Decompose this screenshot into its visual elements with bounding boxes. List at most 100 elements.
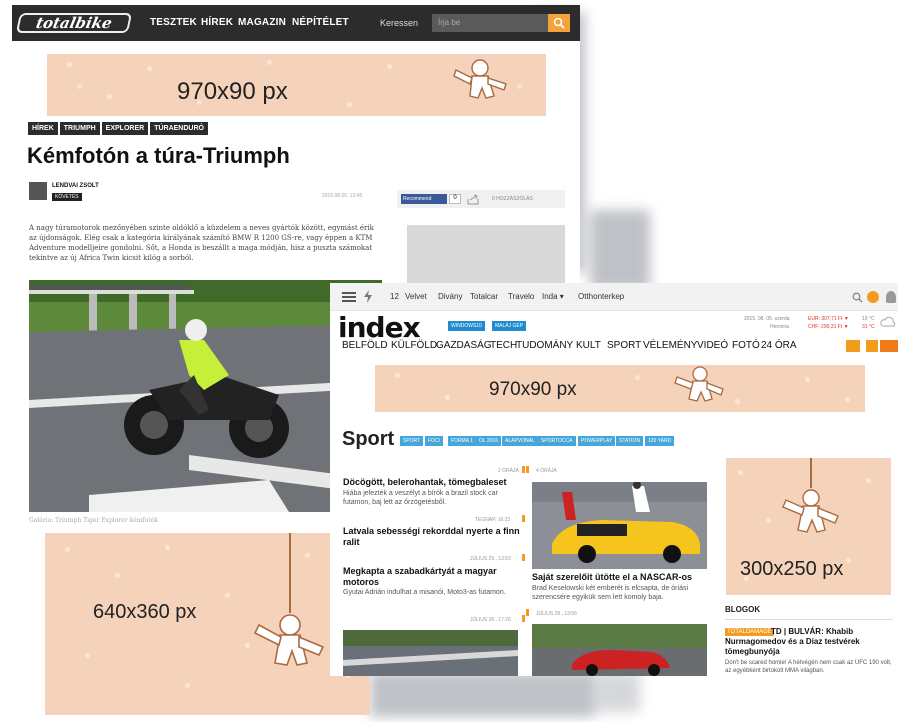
- topbar-link[interactable]: Otthonterkep: [578, 292, 624, 301]
- ad-pattern-dot: [165, 545, 170, 550]
- section-tab[interactable]: OL 2016: [476, 436, 501, 446]
- author-name[interactable]: LENDVAI ZSOLT: [52, 183, 99, 189]
- marker: [526, 609, 529, 616]
- totalbike-logo[interactable]: totalbike: [15, 13, 133, 33]
- nav-velemeny[interactable]: VÉLEMÉNY: [643, 340, 697, 351]
- nav-nepitelet[interactable]: NÉPÍTÉLET: [292, 17, 349, 28]
- blogs-heading: BLOGOK: [725, 605, 761, 614]
- ad-pattern-dot: [445, 395, 450, 400]
- comments-link[interactable]: 0 HOZZÁSZÓLÁS: [492, 196, 533, 202]
- topbar-link[interactable]: 12: [390, 292, 399, 301]
- ad-pattern-dot: [77, 84, 82, 89]
- ad-banner-top[interactable]: 970x90 px: [47, 54, 546, 116]
- tag-turaenduro[interactable]: TÚRAENDURÓ: [150, 122, 208, 135]
- section-tab[interactable]: STATION: [616, 436, 643, 446]
- article-summary: Gyutai Adrián indulhat a misanói, Moto3-…: [343, 589, 506, 596]
- index-ad-banner-top[interactable]: 970x90 px: [375, 365, 865, 412]
- section-tab[interactable]: 120 YARD: [645, 436, 675, 446]
- nav-kult[interactable]: KULT: [576, 340, 601, 351]
- fb-recommend-button[interactable]: Recommend: [401, 194, 447, 204]
- notification-icon[interactable]: [867, 291, 879, 303]
- section-tab[interactable]: FORMA 1: [448, 436, 476, 446]
- ad-size-label: 970x90 px: [177, 78, 288, 105]
- nav-video[interactable]: VIDEÓ: [697, 340, 728, 351]
- topbar-link[interactable]: Travelo: [508, 292, 534, 301]
- index-topbar: 12 Velvet Divány Totalcar Travelo Inda ▾…: [330, 283, 898, 311]
- blog-headline[interactable]: TD | BULVÁR: Khabib Nurmagomedov és a Di…: [725, 627, 895, 657]
- index-ad-sidebar[interactable]: 300x250 px: [726, 458, 891, 595]
- marker: [522, 515, 525, 522]
- nav-24ora[interactable]: 24 ÓRA: [761, 340, 797, 351]
- article-headline[interactable]: Döcögött, belerohantak, tömegbaleset: [343, 477, 523, 488]
- article-headline[interactable]: Latvala sebességi rekorddal nyerte a fin…: [343, 526, 523, 548]
- ad-pattern-dot: [866, 478, 871, 483]
- ad-pattern-dot: [347, 102, 352, 107]
- ad-size-label: 970x90 px: [489, 379, 577, 400]
- section-tab[interactable]: SPORT: [400, 436, 424, 446]
- follow-button[interactable]: KÖVETÉS: [52, 193, 82, 201]
- ad-pattern-dot: [735, 399, 740, 404]
- nav-tudomany[interactable]: TUDOMÁNY: [516, 340, 573, 351]
- photo-caption: Galéria: Triumph Tiger Explorer kémfotók: [29, 517, 158, 524]
- search-icon[interactable]: [852, 292, 863, 303]
- section-tab[interactable]: SPORTOCCA: [538, 436, 576, 446]
- promo-pill[interactable]: MALÁJ GÉP: [492, 321, 527, 331]
- ad-pattern-dot: [67, 62, 72, 67]
- section-tab[interactable]: FOCI: [425, 436, 443, 446]
- article-thumbnail[interactable]: [532, 624, 707, 676]
- nav-tech[interactable]: TECH: [490, 340, 517, 351]
- nav-hirek[interactable]: HÍREK: [201, 17, 233, 28]
- nav-kulfold[interactable]: KÜLFÖLD: [391, 340, 437, 351]
- topbar-link[interactable]: Totalcar: [470, 292, 498, 301]
- feature-headline[interactable]: Saját szerelőit ütötte el a NASCAR-os: [532, 572, 712, 583]
- marker: [522, 466, 525, 473]
- cloud-icon: [880, 316, 896, 327]
- menu-icon[interactable]: [342, 291, 356, 303]
- nav-sport[interactable]: SPORT: [607, 340, 641, 351]
- section-tab[interactable]: POWERPLAY: [578, 436, 616, 446]
- shop-icon[interactable]: [846, 340, 860, 352]
- fb-count: 0: [449, 194, 461, 204]
- flash-icon[interactable]: [364, 290, 372, 303]
- article-time: JÚLIUS 26., 17:26: [470, 617, 511, 623]
- rss-icon[interactable]: [866, 340, 878, 352]
- search-label: Keressen: [380, 18, 419, 28]
- topbar-link[interactable]: Velvet: [405, 292, 427, 301]
- nav-foto[interactable]: FOTÓ: [732, 340, 760, 351]
- ad-pattern-dot: [107, 94, 112, 99]
- tag-explorer[interactable]: EXPLORER: [101, 122, 149, 135]
- topbar-link[interactable]: Inda ▾: [542, 292, 564, 301]
- article-date: 2015.08.05. 10:45: [322, 193, 363, 199]
- search-input[interactable]: Írja be: [432, 14, 548, 32]
- tag-hirek[interactable]: HÍREK: [28, 122, 58, 135]
- index-window: 12 Velvet Divány Totalcar Travelo Inda ▾…: [330, 283, 898, 676]
- promo-pill[interactable]: WINDOWS10: [448, 321, 485, 331]
- eur-rate[interactable]: EUR: 307,71 Ft ▼: [808, 316, 849, 322]
- article-summary: Hiába jelezték a veszélyt a bírók a braz…: [343, 490, 498, 506]
- article-headline[interactable]: Megkapta a szabadkártyát a magyar motoro…: [343, 566, 523, 588]
- feature-image[interactable]: [532, 482, 707, 569]
- ad-pattern-dot: [805, 377, 810, 382]
- ad-banner-bottom[interactable]: 640x360 px: [45, 533, 370, 715]
- nav-belfold[interactable]: BELFÖLD: [342, 340, 388, 351]
- share-icon[interactable]: [467, 193, 479, 205]
- article-lead: A nagy túramotorok mezőnyében szinte old…: [29, 224, 374, 262]
- tag-triumph[interactable]: TRIUMPH: [59, 122, 100, 135]
- nav-magazin[interactable]: MAGAZIN: [238, 17, 286, 28]
- nav-tesztek[interactable]: TESZTEK: [150, 17, 197, 28]
- section-tab[interactable]: ALAPVONAL: [502, 436, 538, 446]
- search-button[interactable]: [548, 14, 570, 32]
- article-time: TEGNAP, 16:23: [475, 517, 511, 523]
- header-date: 2015. 08. 05. szerda: [744, 316, 790, 322]
- author-avatar[interactable]: [29, 182, 47, 200]
- article-thumbnail[interactable]: [343, 630, 518, 676]
- facebook-icon[interactable]: [880, 340, 898, 352]
- hanging-figure-icon: [453, 59, 507, 99]
- window-shadow: [590, 210, 650, 290]
- topbar-link[interactable]: Divány: [438, 292, 462, 301]
- ad-size-label: 640x360 px: [93, 601, 197, 623]
- chf-rate[interactable]: CHF: 290,31 Ft ▼: [808, 324, 849, 330]
- user-icon[interactable]: [886, 291, 896, 303]
- marker: [526, 466, 529, 473]
- nav-gazdasag[interactable]: GAZDASÁG: [436, 340, 492, 351]
